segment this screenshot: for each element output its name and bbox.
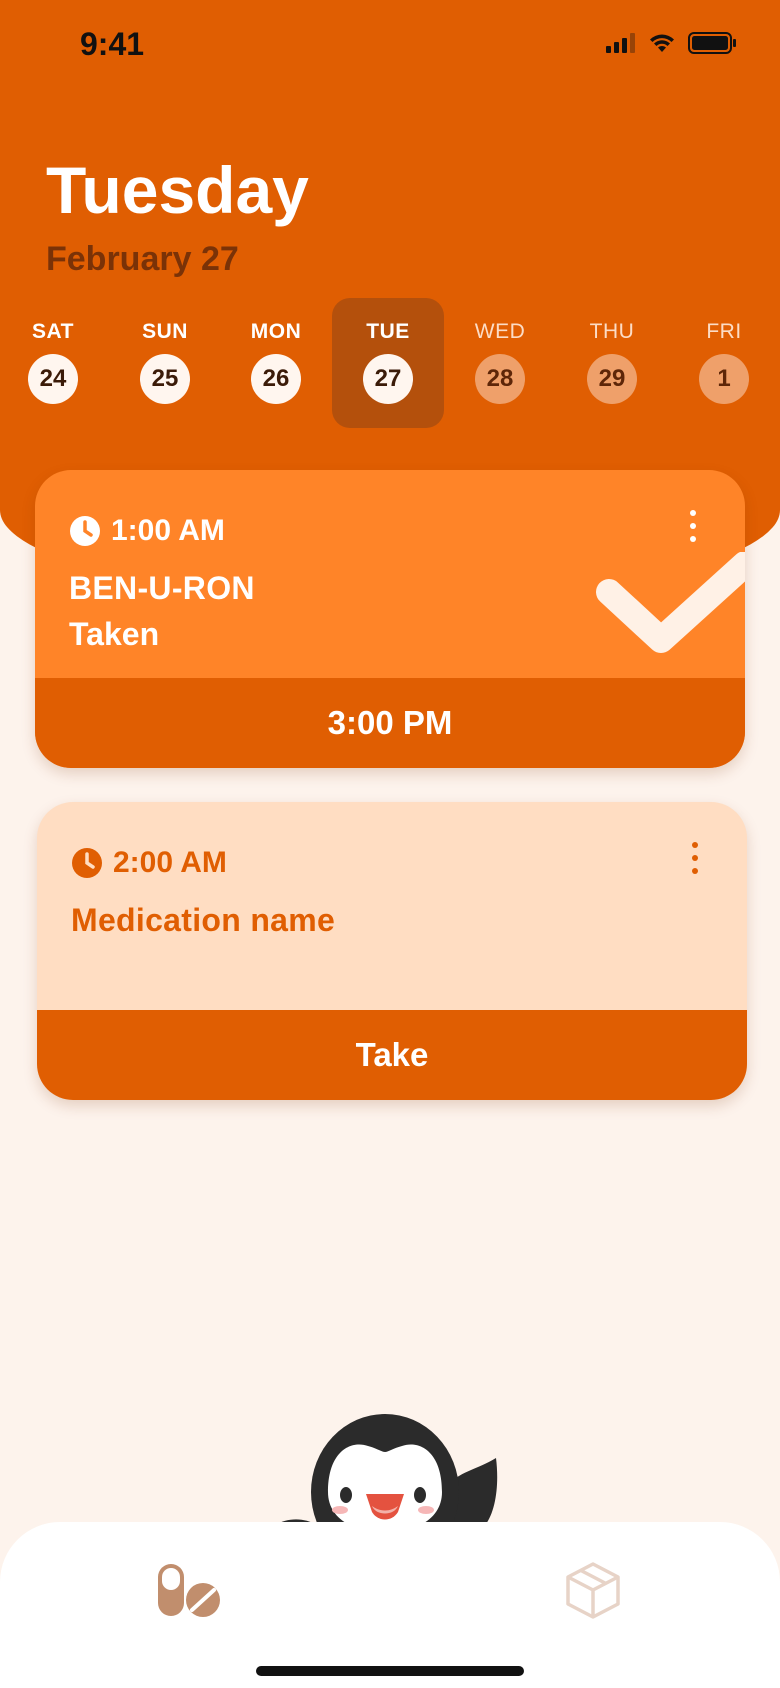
day-label: MON xyxy=(250,320,302,343)
day-number: 24 xyxy=(28,354,78,404)
card-time: 2:00 AM xyxy=(71,846,227,880)
status-time: 9:41 xyxy=(80,26,145,62)
cellular-signal-icon xyxy=(606,33,635,53)
medication-status: Taken xyxy=(69,616,160,652)
day-item-tue[interactable]: TUE 27 xyxy=(332,298,444,428)
taken-time-button[interactable]: 3:00 PM xyxy=(35,678,745,768)
day-item-sun[interactable]: SUN 25 xyxy=(109,298,221,428)
clock-icon xyxy=(72,848,102,878)
page-title: Tuesday xyxy=(46,153,309,227)
medication-card-pending[interactable]: 2:00 AM Medication name Take xyxy=(37,802,747,1100)
day-number: 29 xyxy=(587,354,637,404)
battery-icon xyxy=(688,32,736,54)
card-time-label: 1:00 AM xyxy=(111,514,225,547)
more-vertical-icon-dot xyxy=(690,536,696,542)
day-label: FRI xyxy=(706,320,742,343)
day-label: SAT xyxy=(32,320,74,343)
week-day-strip: SAT 24 SUN 25 MON 26 TUE 27 WED 28 THU 2… xyxy=(0,298,780,428)
day-number: 25 xyxy=(140,354,190,404)
wifi-icon xyxy=(650,34,674,52)
card-time-label: 2:00 AM xyxy=(113,846,227,879)
day-number: 26 xyxy=(251,354,301,404)
day-item-mon[interactable]: MON 26 xyxy=(220,298,332,428)
more-vertical-icon-dot xyxy=(690,523,696,529)
medication-name: Medication name xyxy=(71,902,336,938)
status-icons xyxy=(606,32,736,54)
day-label: SUN xyxy=(142,320,188,343)
tab-medications[interactable] xyxy=(136,1550,236,1630)
clock-icon xyxy=(70,516,100,546)
take-button[interactable]: Take xyxy=(37,1010,747,1100)
day-item-thu[interactable]: THU 29 xyxy=(556,298,668,428)
day-label: TUE xyxy=(366,320,410,343)
more-options-button[interactable] xyxy=(685,840,705,876)
tab-inventory[interactable] xyxy=(543,1550,643,1630)
date-subtitle: February 27 xyxy=(46,240,239,278)
day-number: 27 xyxy=(363,354,413,404)
day-item-wed[interactable]: WED 28 xyxy=(444,298,556,428)
day-number: 1 xyxy=(699,354,749,404)
more-options-button[interactable] xyxy=(683,508,703,544)
medication-card-taken[interactable]: 1:00 AM BEN-U-RON Taken 3:00 PM xyxy=(35,470,745,768)
box-icon xyxy=(566,1562,620,1619)
day-item-sat[interactable]: SAT 24 xyxy=(0,298,109,428)
medication-name: BEN-U-RON xyxy=(69,570,255,606)
day-number: 28 xyxy=(475,354,525,404)
more-vertical-icon xyxy=(692,842,698,848)
card-time: 1:00 AM xyxy=(69,514,225,548)
more-vertical-icon-dot xyxy=(692,855,698,861)
day-label: WED xyxy=(474,320,526,343)
pills-icon xyxy=(158,1564,220,1617)
day-label: THU xyxy=(589,320,635,343)
check-icon xyxy=(596,552,745,653)
day-item-fri[interactable]: FRI 1 xyxy=(668,298,780,428)
bottom-tab-bar xyxy=(0,1522,780,1688)
home-indicator xyxy=(256,1666,524,1676)
more-vertical-icon-dot xyxy=(692,868,698,874)
more-vertical-icon xyxy=(690,510,696,516)
status-bar: 9:41 xyxy=(0,0,780,92)
